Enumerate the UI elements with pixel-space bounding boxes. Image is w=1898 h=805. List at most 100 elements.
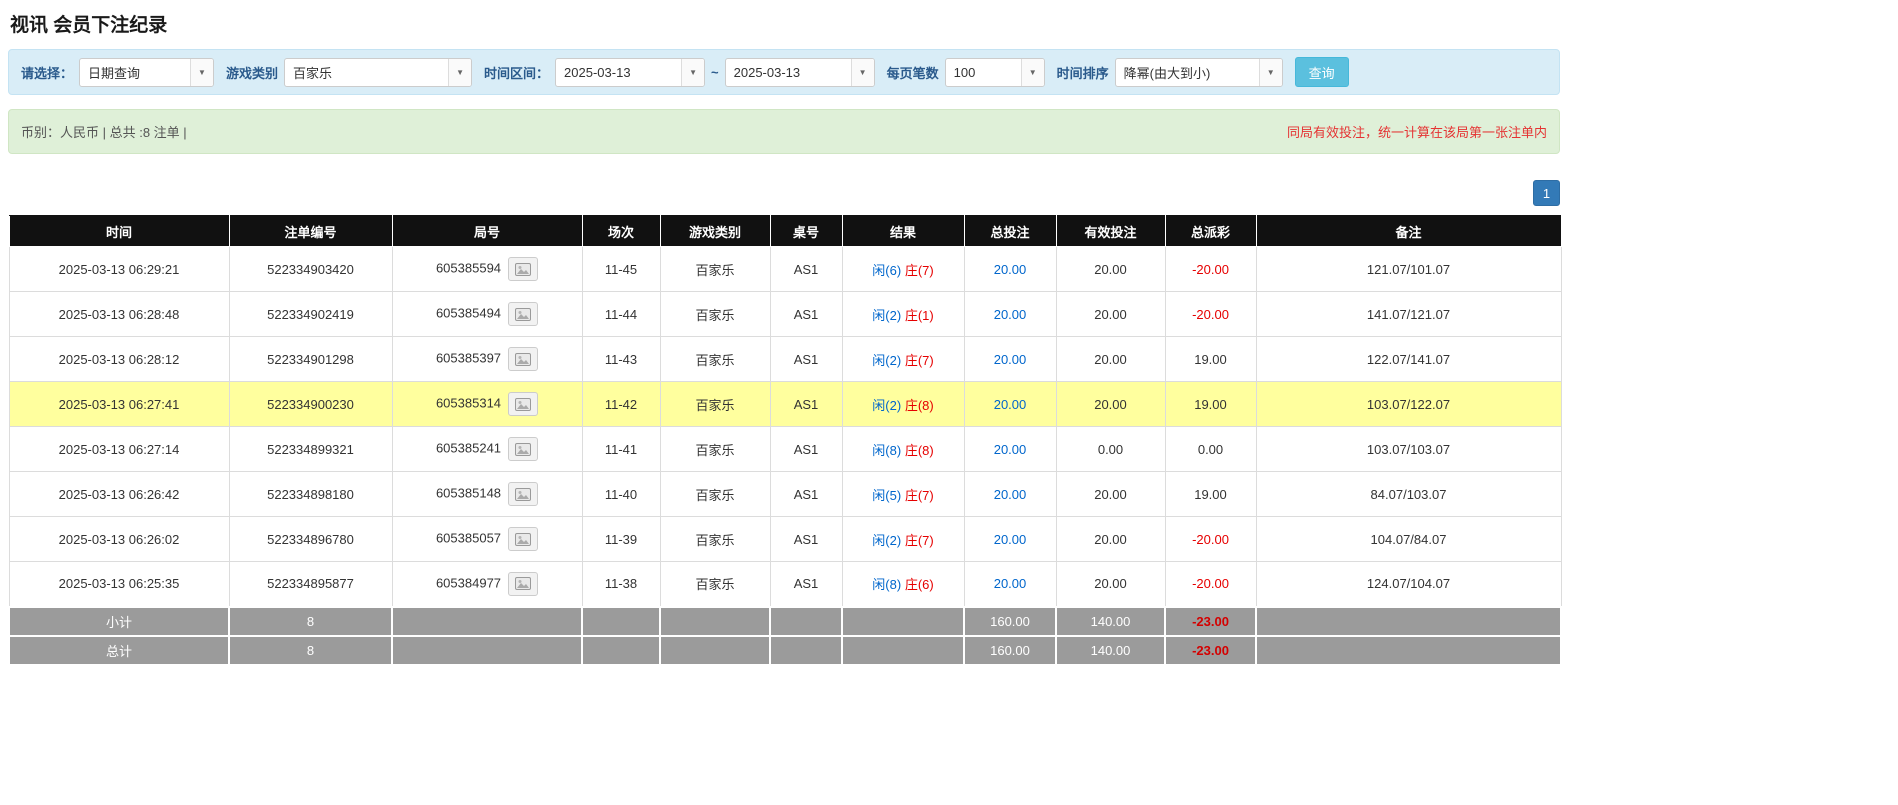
cell-total-bet[interactable]: 20.00 [964, 517, 1056, 562]
cell-total-bet[interactable]: 20.00 [964, 427, 1056, 472]
round-id: 605385241 [436, 440, 501, 455]
round-result-button[interactable] [508, 392, 538, 416]
game-type-dropdown[interactable]: 百家乐 ▼ [284, 58, 472, 87]
summary-empty [1256, 636, 1561, 665]
chevron-down-icon[interactable]: ▼ [448, 59, 471, 86]
cell-bet-id: 522334898180 [229, 472, 392, 517]
date-to-dropdown[interactable]: 2025-03-13 ▼ [725, 58, 875, 87]
cell-remark: 103.07/103.07 [1256, 427, 1561, 472]
query-type-value: 日期查询 [80, 59, 190, 86]
result-player: 闲(2) [872, 533, 901, 548]
cell-round: 605385241 [392, 427, 582, 472]
cell-valid-bet: 20.00 [1056, 472, 1165, 517]
summary-empty [842, 607, 964, 636]
total-bet-link[interactable]: 20.00 [994, 442, 1027, 457]
summary-label: 小计 [9, 607, 229, 636]
summary-empty [392, 607, 582, 636]
table-row: 2025-03-13 06:26:42522334898180605385148… [9, 472, 1561, 517]
round-id: 605385314 [436, 395, 501, 410]
date-from-dropdown[interactable]: 2025-03-13 ▼ [555, 58, 705, 87]
result-player: 闲(2) [872, 398, 901, 413]
cell-total-bet[interactable]: 20.00 [964, 337, 1056, 382]
summary-valid-bet: 140.00 [1056, 636, 1165, 665]
round-result-button[interactable] [508, 347, 538, 371]
payout-value: -20.00 [1192, 307, 1229, 322]
summary-empty [770, 636, 842, 665]
chevron-down-icon[interactable]: ▼ [851, 59, 874, 86]
cell-payout: 19.00 [1165, 382, 1256, 427]
query-type-dropdown[interactable]: 日期查询 ▼ [79, 58, 214, 87]
cell-total-bet[interactable]: 20.00 [964, 562, 1056, 607]
cell-total-bet[interactable]: 20.00 [964, 382, 1056, 427]
total-bet-link[interactable]: 20.00 [994, 397, 1027, 412]
cell-time: 2025-03-13 06:27:41 [9, 382, 229, 427]
summary-payout: -23.00 [1165, 636, 1256, 665]
cell-payout: -20.00 [1165, 247, 1256, 292]
summary-empty [660, 607, 770, 636]
round-result-button[interactable] [508, 437, 538, 461]
payout-value: 19.00 [1194, 352, 1227, 367]
chevron-down-icon[interactable]: ▼ [1259, 59, 1282, 86]
cell-result: 闲(8) 庄(6) [842, 562, 964, 607]
cell-valid-bet: 20.00 [1056, 562, 1165, 607]
result-player: 闲(2) [872, 353, 901, 368]
column-header: 场次 [582, 216, 660, 247]
round-id: 605385594 [436, 260, 501, 275]
cell-table-no: AS1 [770, 382, 842, 427]
cell-total-bet[interactable]: 20.00 [964, 472, 1056, 517]
round-result-button[interactable] [508, 302, 538, 326]
page-title: 视讯 会员下注纪录 [8, 6, 1560, 49]
total-bet-link[interactable]: 20.00 [994, 262, 1027, 277]
cell-result: 闲(8) 庄(8) [842, 427, 964, 472]
summary-total-bet: 160.00 [964, 607, 1056, 636]
cell-game-type: 百家乐 [660, 562, 770, 607]
select-label: 请选择： [21, 63, 73, 82]
total-bet-link[interactable]: 20.00 [994, 307, 1027, 322]
column-header: 备注 [1256, 216, 1561, 247]
column-header: 总派彩 [1165, 216, 1256, 247]
result-player: 闲(5) [872, 488, 901, 503]
round-result-button[interactable] [508, 482, 538, 506]
round-result-button[interactable] [508, 257, 538, 281]
picture-icon [515, 308, 531, 321]
cell-remark: 141.07/121.07 [1256, 292, 1561, 337]
cell-payout: -20.00 [1165, 292, 1256, 337]
cell-game-type: 百家乐 [660, 517, 770, 562]
table-header-row: 时间注单编号局号场次游戏类别桌号结果总投注有效投注总派彩备注 [9, 216, 1561, 247]
cell-total-bet[interactable]: 20.00 [964, 292, 1056, 337]
result-player: 闲(2) [872, 308, 901, 323]
cell-valid-bet: 20.00 [1056, 382, 1165, 427]
pagination-page-1[interactable]: 1 [1533, 180, 1560, 206]
round-result-button[interactable] [508, 527, 538, 551]
round-result-button[interactable] [508, 572, 538, 596]
total-bet-link[interactable]: 20.00 [994, 532, 1027, 547]
summary-empty [842, 636, 964, 665]
total-bet-link[interactable]: 20.00 [994, 576, 1027, 591]
result-banker: 庄(8) [905, 443, 934, 458]
page-size-label: 每页笔数 [887, 63, 939, 82]
cell-payout: -20.00 [1165, 562, 1256, 607]
page-size-dropdown[interactable]: 100 ▼ [945, 58, 1045, 87]
cell-table-no: AS1 [770, 247, 842, 292]
total-bet-link[interactable]: 20.00 [994, 352, 1027, 367]
date-from-value: 2025-03-13 [556, 59, 681, 86]
cell-total-bet[interactable]: 20.00 [964, 247, 1056, 292]
sort-dropdown[interactable]: 降幂(由大到小) ▼ [1115, 58, 1283, 87]
total-bet-link[interactable]: 20.00 [994, 487, 1027, 502]
chevron-down-icon[interactable]: ▼ [190, 59, 213, 86]
chevron-down-icon[interactable]: ▼ [681, 59, 704, 86]
cell-game-type: 百家乐 [660, 427, 770, 472]
cell-session: 11-42 [582, 382, 660, 427]
search-button[interactable]: 查询 [1295, 57, 1349, 87]
cell-time: 2025-03-13 06:28:48 [9, 292, 229, 337]
cell-round: 605385397 [392, 337, 582, 382]
filter-bar: 请选择： 日期查询 ▼ 游戏类别 百家乐 ▼ 时间区间： 2025-03-13 … [8, 49, 1560, 95]
cell-valid-bet: 20.00 [1056, 247, 1165, 292]
cell-time: 2025-03-13 06:27:14 [9, 427, 229, 472]
cell-game-type: 百家乐 [660, 472, 770, 517]
cell-payout: 0.00 [1165, 427, 1256, 472]
cell-round: 605385314 [392, 382, 582, 427]
chevron-down-icon[interactable]: ▼ [1021, 59, 1044, 86]
column-header: 桌号 [770, 216, 842, 247]
column-header: 有效投注 [1056, 216, 1165, 247]
